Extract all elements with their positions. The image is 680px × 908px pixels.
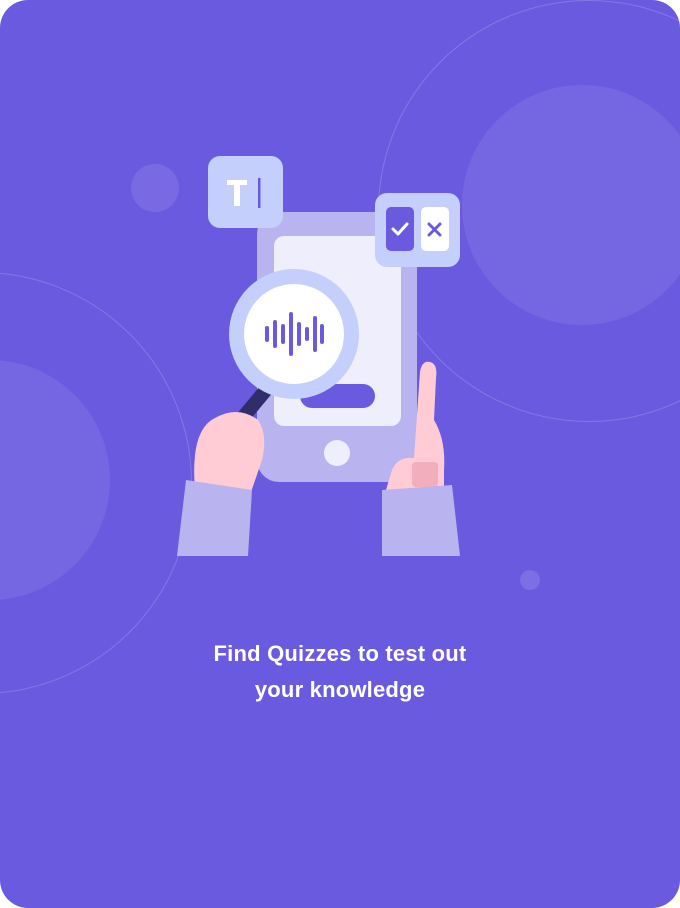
headline-line-2: your knowledge <box>254 677 426 702</box>
answer-options-card <box>375 193 460 267</box>
left-hand-illustration <box>177 411 265 556</box>
text-cursor-icon <box>208 156 283 228</box>
onboarding-headline: Find Quizzes to test out your knowledge <box>0 636 680 708</box>
home-button-icon <box>324 440 350 466</box>
headline-line-1: Find Quizzes to test out <box>213 641 467 666</box>
onboarding-illustration <box>177 156 460 556</box>
onboarding-screen: Find Quizzes to test out your knowledge <box>0 0 680 908</box>
check-icon <box>386 207 414 251</box>
magnifier-icon <box>229 269 359 399</box>
